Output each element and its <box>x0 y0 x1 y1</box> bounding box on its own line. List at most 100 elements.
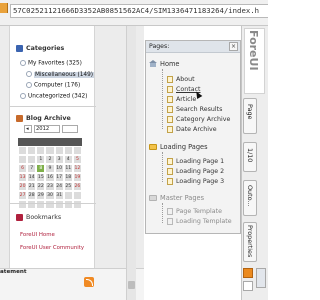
calendar-header <box>18 138 82 146</box>
calendar-day <box>72 191 82 200</box>
calendar-day <box>18 146 28 155</box>
page-item-page-template[interactable]: Page Template <box>176 208 222 215</box>
page-item-loading-page-3[interactable]: Loading Page 3 <box>176 178 224 185</box>
calendar-day[interactable]: 29 <box>36 191 46 200</box>
calendar-day[interactable]: 26 <box>72 182 82 191</box>
tab-properties-label: Properties <box>246 225 254 258</box>
pages-panel-title: Pages: <box>149 43 170 50</box>
year-select[interactable]: 2012 <box>34 125 60 133</box>
url-field[interactable]: 57C02521121666D3352AB0851562AC4/SIM13364… <box>10 4 268 18</box>
calendar-day[interactable]: 15 <box>36 173 46 182</box>
page-item-search-results[interactable]: Search Results <box>176 106 222 113</box>
calendar-day[interactable]: 19 <box>72 173 82 182</box>
calendar-day <box>36 200 46 209</box>
calendar-day[interactable]: 4 <box>63 155 73 164</box>
expand-toggle-icon[interactable] <box>20 60 26 66</box>
category-item[interactable]: Miscellaneous (149) <box>26 71 95 78</box>
calendar-day <box>27 155 37 164</box>
calendar-day[interactable]: 30 <box>45 191 55 200</box>
page-icon <box>167 116 173 123</box>
calendar-day[interactable]: 3 <box>54 155 64 164</box>
page-icon <box>167 218 173 225</box>
bookmark-link-foreui-home[interactable]: ForeUI Home <box>20 232 55 238</box>
calendar-week-row: 27 28 29 30 31 <box>18 191 82 200</box>
page-item-loading-page-2[interactable]: Loading Page 2 <box>176 168 224 175</box>
page-icon <box>167 86 173 93</box>
calendar-week-row: 20 21 22 23 24 25 26 <box>18 182 82 191</box>
close-icon[interactable]: × <box>229 42 238 51</box>
expand-toggle-icon[interactable] <box>26 71 32 77</box>
blog-archive-icon <box>16 115 23 122</box>
calendar-week-row: 13 14 15 16 17 18 19 <box>18 173 82 182</box>
calendar-week-row <box>18 146 82 155</box>
page-item-about[interactable]: About <box>176 76 195 83</box>
folder-icon <box>149 144 157 150</box>
calendar-day[interactable]: 16 <box>45 173 55 182</box>
strip-button[interactable] <box>243 281 253 291</box>
categories-icon <box>16 45 23 52</box>
address-bar: 57C02521121666D3352AB0851562AC4/SIM13364… <box>0 0 268 26</box>
calendar-day[interactable]: 13 <box>18 173 28 182</box>
calendar-day <box>18 200 28 209</box>
calendar-day[interactable]: 11 <box>63 164 73 173</box>
page-icon <box>167 106 173 113</box>
calendar-day[interactable]: 8 <box>36 164 46 173</box>
page-item-article[interactable]: Article <box>176 96 196 103</box>
calendar-day[interactable]: 9 <box>45 164 55 173</box>
calendar-day[interactable]: 12 <box>72 164 82 173</box>
bookmark-link-community[interactable]: ForeUI User Community <box>20 245 84 251</box>
calendar-day[interactable]: 28 <box>27 191 37 200</box>
calendar-day[interactable]: 18 <box>63 173 73 182</box>
expand-toggle-icon[interactable] <box>20 93 26 99</box>
section-loading-pages[interactable]: Loading Pages <box>160 143 208 151</box>
calendar-day[interactable]: 7 <box>27 164 37 173</box>
page-item-date-archive[interactable]: Date Archive <box>176 126 217 133</box>
calendar-day[interactable]: 24 <box>54 182 64 191</box>
calendar-day[interactable]: 27 <box>18 191 28 200</box>
calendar-day[interactable]: 14 <box>27 173 37 182</box>
calendar-day[interactable]: 10 <box>54 164 64 173</box>
calendar-day <box>18 155 28 164</box>
page-icon <box>167 158 173 165</box>
calendar-day <box>45 200 55 209</box>
calendar-day <box>45 146 55 155</box>
calendar-day[interactable]: 20 <box>18 182 28 191</box>
category-item[interactable]: Uncategorized (342) <box>20 93 87 100</box>
strip-side-button[interactable] <box>256 268 266 288</box>
page-item-loading-template[interactable]: Loading Template <box>176 218 232 225</box>
calendar-day[interactable]: 31 <box>54 191 64 200</box>
calendar-day[interactable]: 17 <box>54 173 64 182</box>
footer-label: atement <box>0 269 27 275</box>
divider <box>10 106 96 107</box>
calendar-day[interactable]: 23 <box>45 182 55 191</box>
calendar-day[interactable]: 1 <box>36 155 46 164</box>
page-item-category-archive[interactable]: Category Archive <box>176 116 230 123</box>
page-icon <box>167 126 173 133</box>
calendar-day <box>63 200 73 209</box>
tab-page-count-label: 1/10 <box>246 148 254 163</box>
calendar-grid: 1 2 3 4 5 6 7 8 9 10 11 12 13 14 15 16 17 18 19 20 21 22 23 24 2… <box>18 138 82 209</box>
page-icon <box>167 96 173 103</box>
expand-toggle-icon[interactable] <box>26 82 32 88</box>
vertical-scrollbar[interactable] <box>126 26 136 300</box>
calendar-day[interactable]: 21 <box>27 182 37 191</box>
scrollbar-thumb[interactable] <box>128 281 135 289</box>
tree-connector <box>162 203 163 223</box>
calendar-day[interactable]: 25 <box>63 182 73 191</box>
strip-orange-button[interactable] <box>243 268 253 278</box>
calendar-week-row <box>18 200 82 209</box>
calendar-day[interactable]: 5 <box>72 155 82 164</box>
calendar-day[interactable]: 6 <box>18 164 28 173</box>
category-item[interactable]: My Favorites (325) <box>20 60 82 67</box>
calendar-week-row: 6 7 8 9 10 11 12 <box>18 164 82 173</box>
rss-icon[interactable] <box>84 277 94 287</box>
pages-panel-header: Pages: × <box>146 41 240 53</box>
category-item[interactable]: Computer (176) <box>26 82 80 89</box>
section-master-pages[interactable]: Master Pages <box>160 194 204 202</box>
calendar-day[interactable]: 22 <box>36 182 46 191</box>
page-item-loading-page-1[interactable]: Loading Page 1 <box>176 158 224 165</box>
calendar-day[interactable]: 2 <box>45 155 55 164</box>
month-dropdown[interactable] <box>62 125 78 133</box>
month-select[interactable]: ◂ <box>24 125 32 133</box>
section-home[interactable]: Home <box>160 60 179 68</box>
